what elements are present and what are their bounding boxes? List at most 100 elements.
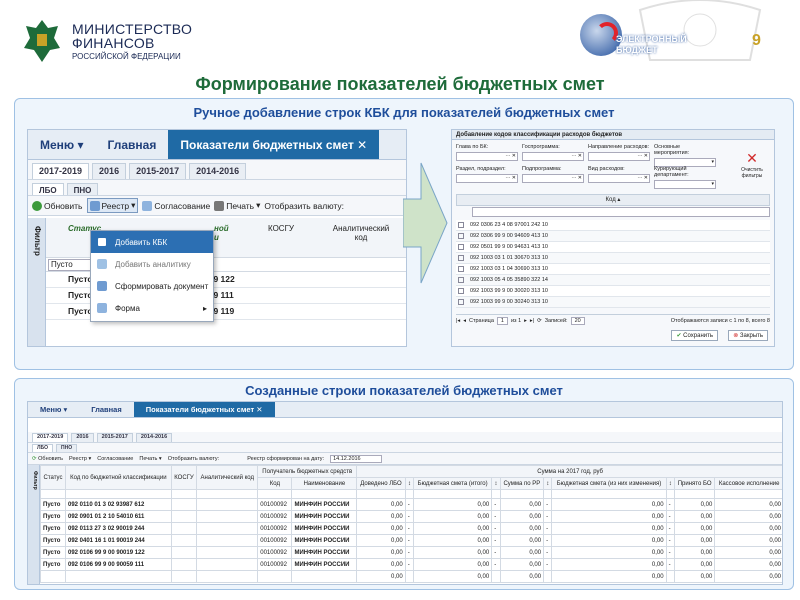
table-row[interactable]: Пусто 092 0110 01 3 02 93987 612 00100092 М… <box>40 498 782 511</box>
tab-main[interactable]: Главная <box>96 130 169 159</box>
year-tab-2016[interactable]: 2016 <box>92 163 127 179</box>
year-tab-2017-2019[interactable]: 2017-2019 <box>32 163 90 179</box>
eb-swoosh-icon <box>596 22 618 44</box>
list-item[interactable]: 092 1003 03 1 04 30690 313 10 <box>456 264 770 275</box>
filter-cell[interactable] <box>543 489 553 499</box>
filter-cell[interactable] <box>196 489 259 499</box>
row-checkbox[interactable] <box>458 233 464 239</box>
code-filter-input[interactable] <box>472 207 770 217</box>
table-row[interactable]: Пусто 092 0401 16 1 01 90019 244 00100092 М… <box>40 534 782 547</box>
table-row[interactable]: Пусто 092 0106 99 9 00 90059 111 00100092 М… <box>40 558 782 571</box>
field-input[interactable]: ··· ✕ <box>522 152 584 161</box>
bottom-tab-main[interactable]: Главная <box>79 402 134 417</box>
tab-menu[interactable]: Меню ▾ <box>28 130 96 159</box>
list-item[interactable]: 092 1003 05 4 05 35890 322 14 <box>456 275 770 286</box>
year-tab-2015-2017[interactable]: 2015-2017 <box>129 163 187 179</box>
row-checkbox[interactable] <box>458 255 464 261</box>
list-item[interactable]: 092 0306 23 4 08 97001 242 10 <box>456 220 770 231</box>
tab-indicators[interactable]: Показатели бюджетных смет ✕ <box>168 130 380 159</box>
save-button[interactable]: ✔ Сохранить <box>671 330 718 341</box>
field-input[interactable]: ··· ✕ <box>588 174 650 183</box>
bottom-tab-indicators[interactable]: Показатели бюджетных смет ✕ <box>133 402 275 417</box>
status-filter-input[interactable]: Пусто <box>48 259 94 271</box>
bottom-year-2015-2017[interactable]: 2015-2017 <box>96 433 133 442</box>
filter-cell[interactable] <box>714 489 782 499</box>
filter-cell[interactable] <box>170 489 198 499</box>
prev-page-icon[interactable]: ◂ <box>463 318 466 324</box>
field-input[interactable]: ··· ✕ <box>456 152 518 161</box>
bottom-refresh-button[interactable]: ⟳ Обновить <box>32 456 63 462</box>
bottom-year-2014-2016[interactable]: 2014-2016 <box>135 433 173 442</box>
registry-dropdown-menu: Добавить КБК Добавить аналитику Сформиро… <box>90 230 214 322</box>
refresh-button[interactable]: Обновить <box>32 200 83 211</box>
menu-item-add-kbk[interactable]: Добавить КБК <box>91 231 213 253</box>
bottom-subtab-pno[interactable]: ПНО <box>56 444 78 452</box>
row-checkbox[interactable] <box>458 266 464 272</box>
menu-item-add-analytic[interactable]: Добавить аналитику <box>91 253 213 275</box>
row-checkbox[interactable] <box>458 288 464 294</box>
dialog-field: Курирующий департамент: ▾ <box>654 166 716 189</box>
filter-cell[interactable] <box>40 489 66 499</box>
table-cell: - <box>491 534 501 547</box>
subtab-lbo[interactable]: ЛБО <box>32 183 64 195</box>
next-page-icon[interactable]: ▸ <box>524 318 527 324</box>
filter-cell[interactable] <box>356 489 406 499</box>
list-item[interactable]: 092 1003 03 1 01 30670 313 10 <box>456 253 770 264</box>
menu-item-form-document[interactable]: Сформировать документ <box>91 275 213 297</box>
date-field[interactable]: 14.12.2016 <box>330 454 382 463</box>
filter-cell[interactable] <box>291 489 358 499</box>
first-page-icon[interactable]: |◂ <box>456 318 460 324</box>
field-input[interactable]: ▾ <box>654 180 716 189</box>
agreement-button[interactable]: Согласование <box>142 200 210 211</box>
total-cell: 0,00 <box>551 570 667 583</box>
field-input[interactable]: ··· ✕ <box>588 152 650 161</box>
menu-item-form[interactable]: Форма ▸ <box>91 297 213 319</box>
close-button[interactable]: ⊗ Закрыть <box>728 330 768 341</box>
row-checkbox[interactable] <box>458 277 464 283</box>
year-tab-2014-2016[interactable]: 2014-2016 <box>189 163 247 179</box>
bottom-agreement-button[interactable]: Согласование <box>97 456 133 462</box>
filter-cell[interactable] <box>491 489 501 499</box>
print-button[interactable]: Печать ▾ <box>214 200 260 211</box>
records-input[interactable]: 20 <box>570 316 585 325</box>
filter-cell[interactable] <box>413 489 493 499</box>
filter-cell[interactable] <box>665 489 675 499</box>
table-row[interactable]: Пусто 092 0106 99 9 00 90019 122 00100092 М… <box>40 546 782 559</box>
registry-button[interactable]: Реестр ▾ <box>86 198 139 213</box>
bottom-year-2016[interactable]: 2016 <box>71 433 94 442</box>
bottom-print-button[interactable]: Печать ▾ <box>139 456 161 462</box>
list-item[interactable]: 092 1003 99 9 00 30240 313 10 <box>456 297 770 308</box>
filter-cell[interactable] <box>257 489 293 499</box>
row-checkbox[interactable] <box>458 244 464 250</box>
bottom-year-2017-2019[interactable]: 2017-2019 <box>32 433 69 442</box>
bottom-subtab-lbo[interactable]: ЛБО <box>32 444 53 452</box>
filter-cell[interactable] <box>64 489 172 499</box>
filter-cell[interactable] <box>499 489 545 499</box>
list-item[interactable]: 092 1003 99 9 00 30020 313 10 <box>456 286 770 297</box>
filter-cell[interactable] <box>673 489 716 499</box>
field-input[interactable]: ··· ✕ <box>522 174 584 183</box>
list-item[interactable]: 092 0306 99 9 00 94609 413 10 <box>456 231 770 242</box>
bottom-registry-button[interactable]: Реестр ▾ <box>69 456 91 462</box>
clear-filters-button[interactable]: ✕ Очистить фильтры <box>734 150 770 179</box>
row-checkbox[interactable] <box>458 222 464 228</box>
close-icon[interactable]: ✕ <box>357 138 367 152</box>
bottom-tab-menu[interactable]: Меню ▾ <box>28 402 79 417</box>
filter-cell[interactable] <box>551 489 667 499</box>
filter-cell[interactable] <box>404 489 415 499</box>
list-item[interactable]: 092 0501 99 9 00 94631 413 10 <box>456 242 770 253</box>
reload-icon[interactable]: ⟳ <box>537 318 542 324</box>
close-icon[interactable]: ✕ <box>256 405 262 414</box>
total-cell: 0,00 <box>673 570 716 583</box>
last-page-icon[interactable]: ▸| <box>530 318 534 324</box>
field-input[interactable]: ··· ✕ <box>456 174 518 183</box>
table-row[interactable]: Пусто 092 0113 27 3 02 90019 244 00100092 М… <box>40 522 782 535</box>
table-cell: 0,00 <box>673 498 716 511</box>
page-input[interactable]: 1 <box>496 316 508 325</box>
sort-indicator: ↕ <box>543 477 553 490</box>
table-row[interactable]: Пусто 092 0901 01 2 10 54010 611 00100092 М… <box>40 510 782 523</box>
bottom-filter-strip[interactable]: Фильтр <box>28 465 40 584</box>
row-checkbox[interactable] <box>458 299 464 305</box>
filter-strip[interactable]: Фильтр <box>28 218 46 346</box>
subtab-pno[interactable]: ПНО <box>66 183 99 195</box>
